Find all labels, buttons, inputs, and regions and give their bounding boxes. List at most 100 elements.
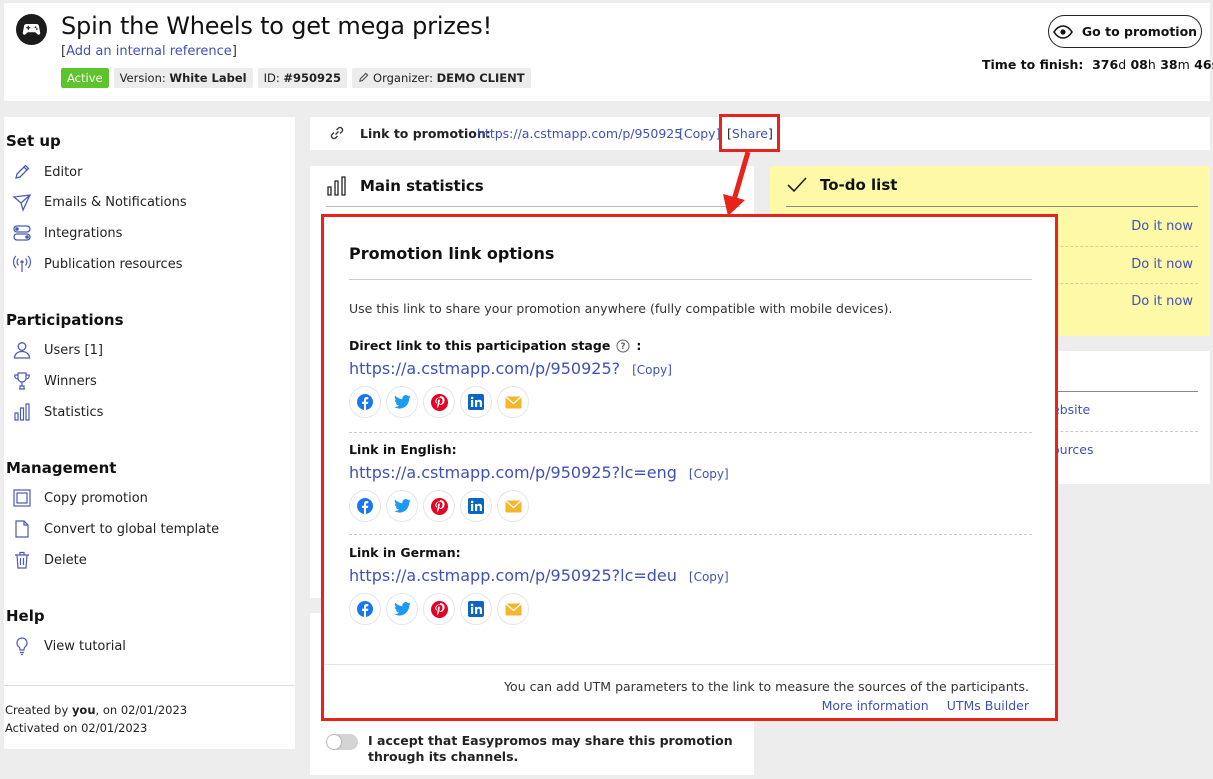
section-help-title: Help [6, 607, 45, 625]
sidebar-item-delete[interactable]: Delete [12, 550, 87, 570]
share-consent-toggle[interactable] [326, 734, 358, 750]
checkmark-icon [787, 177, 807, 193]
status-badge: Active [61, 68, 109, 88]
sidebar-item-statistics[interactable]: Statistics [12, 402, 103, 422]
twitter-icon [393, 395, 411, 409]
utm-footer-links: More information UTMs Builder [822, 698, 1029, 713]
social-share-buttons [349, 490, 1032, 522]
modal-title: Promotion link options [349, 244, 555, 263]
todo-do-it-now-2[interactable]: Do it now [1131, 257, 1193, 272]
created-info: Created by you, on 02/01/2023 Activated … [4, 685, 295, 737]
id-badge: ID: #950925 [257, 68, 348, 88]
twitter-share-button[interactable] [386, 490, 418, 522]
envelope-icon [505, 603, 521, 615]
sidebar-item-users[interactable]: Users [1] [12, 340, 103, 360]
utms-builder-link[interactable]: UTMs Builder [947, 698, 1029, 713]
facebook-icon [357, 498, 373, 514]
page-title: Spin the Wheels to get mega prizes! [61, 12, 493, 40]
pinterest-icon [430, 393, 448, 411]
link-group-direct: Direct link to this participation stage … [349, 338, 1032, 418]
pinterest-share-button[interactable] [423, 490, 455, 522]
german-link-url[interactable]: https://a.cstmapp.com/p/950925?lc=deu [349, 566, 677, 585]
resources-link[interactable]: ources [1052, 442, 1094, 457]
twitter-icon [393, 602, 411, 616]
lightbulb-icon [16, 637, 28, 656]
bar-chart-icon [14, 403, 30, 421]
todo-do-it-now-3[interactable]: Do it now [1131, 294, 1193, 309]
svg-text:?: ? [621, 342, 626, 352]
pinterest-share-button[interactable] [423, 593, 455, 625]
linkedin-icon [468, 394, 484, 410]
red-arrow-annotation [723, 151, 751, 216]
pinterest-icon [430, 497, 448, 515]
english-link-copy-button[interactable]: [Copy] [689, 467, 729, 481]
sidebar-item-editor[interactable]: Editor [12, 162, 82, 182]
twitter-icon [393, 499, 411, 513]
internal-reference: [Add an internal reference] [61, 44, 237, 59]
sidebar-item-publication-resources[interactable]: Publication resources [12, 254, 182, 274]
help-circle-icon[interactable]: ? [616, 339, 630, 353]
gamepad-logo-icon [16, 14, 47, 45]
file-icon [15, 520, 29, 538]
email-share-button[interactable] [497, 593, 529, 625]
pinterest-share-button[interactable] [423, 386, 455, 418]
modal-description: Use this link to share your promotion an… [349, 301, 893, 316]
sidebar-item-convert-global-template[interactable]: Convert to global template [12, 519, 219, 539]
link-group-german: Link in German: https://a.cstmapp.com/p/… [349, 545, 1032, 625]
linkedin-share-button[interactable] [460, 386, 492, 418]
more-information-link[interactable]: More information [822, 698, 929, 713]
sidebar-item-emails-notifications[interactable]: Emails & Notifications [12, 192, 187, 212]
link-to-promotion-label: Link to promotion: [360, 126, 491, 141]
email-share-button[interactable] [497, 386, 529, 418]
social-share-buttons [349, 593, 1032, 625]
sidebar-item-copy-promotion[interactable]: Copy promotion [12, 488, 148, 508]
add-internal-reference-link[interactable]: Add an internal reference [66, 44, 232, 59]
facebook-share-button[interactable] [349, 386, 381, 418]
envelope-icon [505, 396, 521, 408]
main-statistics-title: Main statistics [360, 177, 484, 195]
section-setup-title: Set up [6, 132, 61, 150]
time-to-finish: Time to finish: 376d 08h 38m 46s [982, 57, 1213, 72]
linkedin-share-button[interactable] [460, 593, 492, 625]
direct-link-copy-button[interactable]: [Copy] [632, 363, 672, 377]
twitter-share-button[interactable] [386, 386, 418, 418]
linkedin-icon [468, 601, 484, 617]
organizer-badge: Organizer: DEMO CLIENT [352, 68, 531, 88]
todo-list-title: To-do list [820, 176, 898, 194]
pencil-icon [359, 72, 369, 82]
share-consent-label: I accept that Easypromos may share this … [368, 733, 733, 764]
user-icon [13, 342, 31, 359]
sidebar-item-view-tutorial[interactable]: View tutorial [12, 636, 126, 656]
twitter-share-button[interactable] [386, 593, 418, 625]
link-group-english: Link in English: https://a.cstmapp.com/p… [349, 442, 1032, 522]
linkedin-icon [468, 498, 484, 514]
english-link-url[interactable]: https://a.cstmapp.com/p/950925?lc=eng [349, 463, 677, 482]
bar-chart-icon [327, 176, 346, 196]
section-management-title: Management [6, 459, 117, 477]
direct-link-url[interactable]: https://a.cstmapp.com/p/950925? [349, 359, 620, 378]
promotion-badges: Active Version: White Label ID: #950925 … [61, 68, 531, 88]
german-link-copy-button[interactable]: [Copy] [689, 570, 729, 584]
todo-do-it-now-1[interactable]: Do it now [1131, 219, 1193, 234]
eye-icon [1052, 24, 1073, 39]
pencil-icon [15, 164, 30, 179]
sidebar-item-integrations[interactable]: Integrations [12, 223, 122, 243]
section-participations-title: Participations [6, 311, 124, 329]
promotion-url-link[interactable]: https://a.cstmapp.com/p/950925 [477, 126, 682, 141]
toggles-icon [13, 225, 31, 241]
trophy-icon [14, 372, 30, 390]
envelope-icon [505, 500, 521, 512]
copy-link-button[interactable]: [Copy] [679, 126, 720, 141]
facebook-icon [357, 601, 373, 617]
utm-footer-text: You can add UTM parameters to the link t… [504, 679, 1029, 694]
facebook-share-button[interactable] [349, 490, 381, 522]
linkedin-share-button[interactable] [460, 490, 492, 522]
email-share-button[interactable] [497, 490, 529, 522]
facebook-share-button[interactable] [349, 593, 381, 625]
go-to-promotion-button[interactable]: Go to promotion [1048, 15, 1202, 48]
paper-plane-icon [12, 194, 32, 212]
version-badge: Version: White Label [113, 68, 253, 88]
sidebar-item-winners[interactable]: Winners [12, 371, 97, 391]
sidebar: Set up Editor Emails & Notifications Int… [4, 117, 295, 749]
pinterest-icon [430, 600, 448, 618]
